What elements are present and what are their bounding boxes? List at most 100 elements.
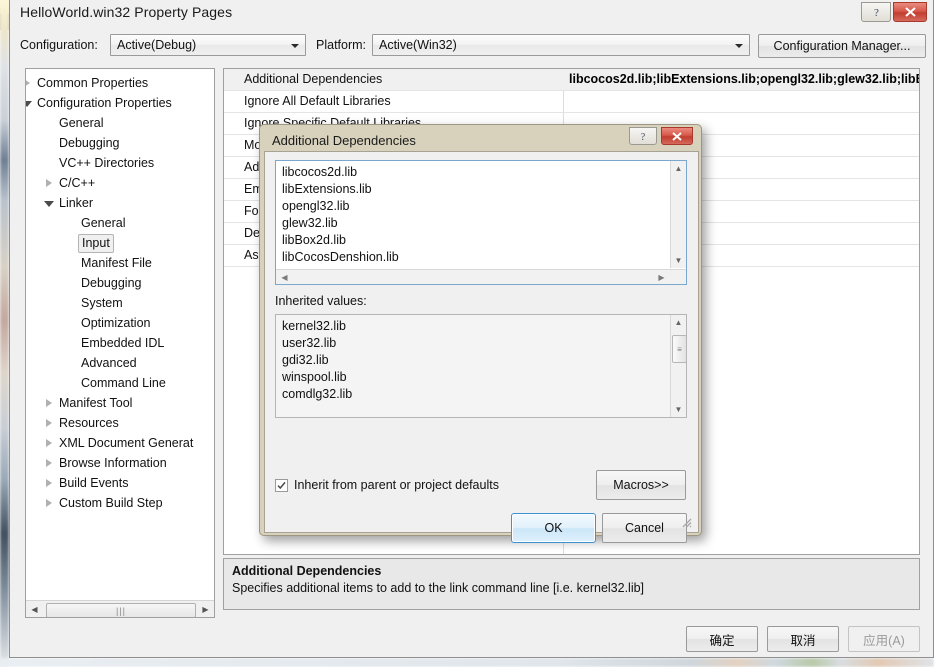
scroll-down-arrow-icon[interactable]: ▼ (671, 253, 686, 268)
dialog-ok-button[interactable]: OK (511, 513, 596, 543)
dialog-close-button[interactable] (661, 127, 693, 145)
tree-item-label: Debugging (59, 136, 120, 150)
resize-grip-icon[interactable] (679, 515, 692, 528)
tree-item-embedded-idl[interactable]: Embedded IDL (26, 333, 214, 353)
property-row[interactable]: Ignore All Default Libraries (224, 91, 919, 113)
inherited-scroll-thumb[interactable]: ≡ (672, 335, 686, 363)
dependencies-horizontal-scrollbar[interactable]: ◀ ▶ (276, 269, 686, 284)
chevron-right-icon[interactable] (42, 433, 56, 453)
configuration-select[interactable]: Active(Debug) (110, 34, 306, 56)
tree-item-command-line[interactable]: Command Line (26, 373, 214, 393)
tree-item-manifest-file[interactable]: Manifest File (26, 253, 214, 273)
tree-horizontal-scrollbar[interactable]: ◀ ||| ▶ (26, 600, 214, 617)
property-value[interactable] (569, 91, 919, 112)
tree-item-resources[interactable]: Resources (26, 413, 214, 433)
inherited-list-item[interactable]: gdi32.lib (276, 352, 669, 369)
tree-item-debugging[interactable]: Debugging (26, 133, 214, 153)
tree-item-vc-directories[interactable]: VC++ Directories (26, 153, 214, 173)
chevron-right-icon[interactable] (26, 73, 34, 93)
inherited-list-item[interactable]: comdlg32.lib (276, 386, 669, 403)
inherited-values-listbox[interactable]: kernel32.lib user32.lib gdi32.lib winspool.… (275, 314, 687, 418)
tree-item-label: Resources (59, 416, 119, 430)
property-row[interactable]: Additional Dependencies libcocos2d.lib;li… (224, 69, 919, 91)
backdrop-left-strip (0, 0, 9, 667)
chevron-right-icon[interactable] (42, 453, 56, 473)
tree-item-label: Configuration Properties (37, 96, 172, 110)
tree-item-label: Build Events (59, 476, 129, 490)
tree-item-general[interactable]: General (26, 113, 214, 133)
tree-item-manifest-tool[interactable]: Manifest Tool (26, 393, 214, 413)
tree-scroll-thumb[interactable]: ||| (46, 603, 196, 617)
dependency-list-item[interactable]: opengl32.lib (276, 198, 669, 215)
tree-item-linker[interactable]: Linker (26, 193, 214, 213)
additional-dependencies-dialog: Additional Dependencies ? libcocos2d.lib… (259, 124, 702, 543)
inherit-defaults-checkbox[interactable] (275, 478, 288, 492)
description-text: Specifies additional items to add to the… (232, 581, 645, 595)
tree-item-label: Optimization (81, 316, 151, 330)
chevron-right-icon[interactable] (42, 393, 56, 413)
tree-item-label: Command Line (81, 376, 166, 390)
scroll-up-arrow-icon[interactable]: ▲ (671, 315, 686, 330)
tree-item-label: Manifest Tool (59, 396, 133, 410)
checkmark-icon (277, 481, 286, 489)
dependency-list-item[interactable]: libCocosDenshion.lib (276, 249, 669, 266)
cancel-button[interactable]: 取消 (767, 626, 839, 652)
scroll-right-arrow-icon[interactable]: ▶ (198, 602, 213, 617)
dependency-list-item[interactable]: libExtensions.lib (276, 181, 669, 198)
chevron-down-icon[interactable] (42, 193, 56, 213)
dependencies-listbox[interactable]: libcocos2d.lib libExtensions.lib opengl32.… (275, 160, 687, 285)
dialog-help-button[interactable]: ? (629, 127, 657, 145)
help-button[interactable]: ? (861, 2, 891, 22)
tree-item-input[interactable]: Input (26, 233, 214, 253)
dialog-cancel-button[interactable]: Cancel (602, 513, 687, 543)
tree-item-configuration-properties[interactable]: Configuration Properties (26, 93, 214, 113)
tree-item-label: Browse Information (59, 456, 167, 470)
scroll-right-arrow-icon[interactable]: ▶ (654, 270, 669, 284)
tree-item-label: Common Properties (37, 76, 149, 90)
dependency-list-item[interactable]: libBox2d.lib (276, 232, 669, 249)
inherited-list-item[interactable]: user32.lib (276, 335, 669, 352)
tree-item-optimization[interactable]: Optimization (26, 313, 214, 333)
inherited-vertical-scrollbar[interactable]: ▲ ≡ ▼ (670, 315, 686, 417)
tree-item-custom-build-step[interactable]: Custom Build Step (26, 493, 214, 513)
tree-item-browse-information[interactable]: Browse Information (26, 453, 214, 473)
tree-item-system[interactable]: System (26, 293, 214, 313)
scroll-up-arrow-icon[interactable]: ▲ (671, 161, 686, 176)
platform-select[interactable]: Active(Win32) (372, 34, 750, 56)
property-value[interactable]: libcocos2d.lib;libExtensions.lib;opengl3… (569, 69, 919, 90)
scroll-left-arrow-icon[interactable]: ◀ (27, 602, 42, 617)
tree-item-general[interactable]: General (26, 213, 214, 233)
chevron-right-icon[interactable] (42, 493, 56, 513)
tree-item-label: General (59, 116, 104, 130)
dialog-title: Additional Dependencies (272, 133, 416, 148)
tree-item-label: Advanced (81, 356, 137, 370)
dependency-list-item[interactable]: libcocos2d.lib (276, 164, 669, 181)
scroll-down-arrow-icon[interactable]: ▼ (671, 402, 686, 417)
chevron-right-icon[interactable] (42, 473, 56, 493)
chevron-right-icon[interactable] (42, 173, 56, 193)
ok-button[interactable]: 确定 (686, 626, 758, 652)
inherited-list-item[interactable]: kernel32.lib (276, 318, 669, 335)
tree-item-advanced[interactable]: Advanced (26, 353, 214, 373)
tree-item-build-events[interactable]: Build Events (26, 473, 214, 493)
tree-item-xml-document-generat[interactable]: XML Document Generat (26, 433, 214, 453)
configuration-manager-button[interactable]: Configuration Manager... (758, 34, 926, 58)
properties-tree-panel[interactable]: Common Properties Configuration Propertie… (25, 68, 215, 618)
question-mark-icon: ? (641, 132, 646, 142)
tree-item-common-properties[interactable]: Common Properties (26, 73, 214, 93)
chevron-right-icon[interactable] (42, 413, 56, 433)
close-button[interactable] (893, 2, 927, 22)
dependencies-vertical-scrollbar[interactable]: ▲ ▼ (670, 161, 686, 268)
tree-item-label: Debugging (81, 276, 142, 290)
scroll-left-arrow-icon[interactable]: ◀ (277, 270, 292, 284)
tree-item-c-c[interactable]: C/C++ (26, 173, 214, 193)
inherited-list-item[interactable]: winspool.lib (276, 369, 669, 386)
inherit-defaults-checkbox-row[interactable]: Inherit from parent or project defaults (275, 478, 499, 492)
dependency-list-item[interactable]: glew32.lib (276, 215, 669, 232)
chevron-down-icon[interactable] (26, 93, 34, 113)
macros-button[interactable]: Macros>> (596, 470, 686, 500)
tree-item-debugging[interactable]: Debugging (26, 273, 214, 293)
